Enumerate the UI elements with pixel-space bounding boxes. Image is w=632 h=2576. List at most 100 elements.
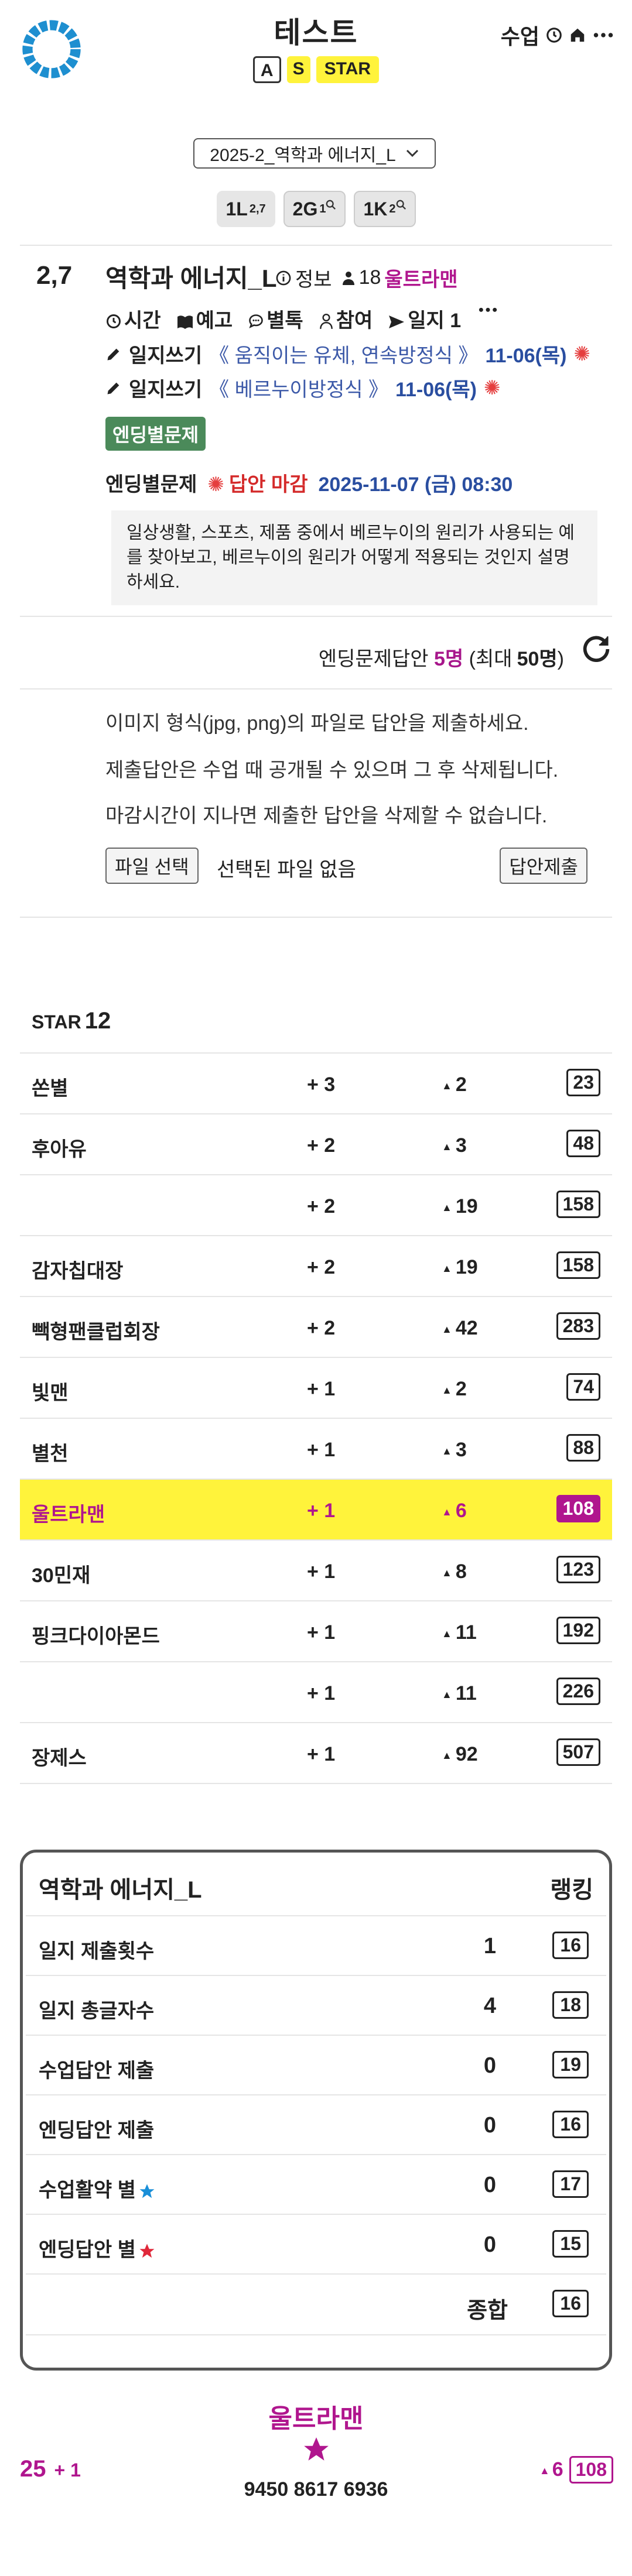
action-log[interactable]: 일지 1 xyxy=(388,304,461,333)
search-icon xyxy=(396,200,406,210)
stats-rank: 19 xyxy=(552,2051,589,2078)
pencil-icon xyxy=(107,348,119,360)
ranking-row[interactable]: 쏜별 + 3 2 23 xyxy=(20,1052,612,1113)
level-chip-1k[interactable]: 1K 2 xyxy=(354,191,416,227)
stats-rank-label: 랭킹 xyxy=(550,1877,593,1903)
log-entry[interactable]: 일지쓰기 《 베르누이방정식 》 11-06(목) ✺ xyxy=(105,373,501,402)
stats-value: 0 xyxy=(483,2113,496,2138)
course-select-value: 2025-2_역학과 에너지_L xyxy=(210,146,396,165)
info-label[interactable]: 정보 xyxy=(295,263,332,292)
stats-label: 수업활약 별 xyxy=(39,2179,136,2201)
footer-user-number: 9450 8617 6936 xyxy=(244,2478,388,2500)
ranking-plus: + 1 xyxy=(307,1682,336,1704)
badge-star[interactable]: STAR xyxy=(316,56,380,83)
badge-s[interactable]: S xyxy=(286,56,310,83)
ranking-plus: + 1 xyxy=(307,1500,336,1522)
stats-row: 엔딩답안 별 0 15 xyxy=(26,2214,606,2275)
level-chip-sup: 2 xyxy=(389,202,396,215)
submit-answer-button[interactable]: 답안제출 xyxy=(500,848,587,884)
info-icon[interactable] xyxy=(275,270,292,286)
ranking-up: 11 xyxy=(442,1682,477,1705)
clock-icon[interactable] xyxy=(545,26,563,44)
stats-row-total: 종합 16 xyxy=(26,2273,606,2335)
deadline-status: ✺ 답안 마감 xyxy=(207,468,308,497)
red-star-icon xyxy=(139,2244,155,2258)
file-select-button[interactable]: 파일 선택 xyxy=(105,848,199,884)
ending-problem-tag[interactable]: 엔딩별문제 xyxy=(105,417,206,451)
ranking-up: 3 xyxy=(442,1134,467,1157)
action-time[interactable]: 시간 xyxy=(105,304,161,333)
action-preview[interactable]: 예고 xyxy=(176,304,233,333)
star-ranking-list: 쏜별+ 3223 후아유+ 2348 + 219158 감자칩대장+ 21915… xyxy=(20,1052,612,1784)
stats-value: 0 xyxy=(483,2173,496,2197)
log-topic[interactable]: 《 베르누이방정식 》 xyxy=(209,373,388,402)
footer-user-name[interactable]: 울트라맨 xyxy=(0,2397,632,2435)
ranking-row[interactable]: + 1 11 226 xyxy=(20,1661,612,1722)
action-label: 별톡 xyxy=(267,310,303,332)
ranking-rank: 88 xyxy=(566,1434,600,1462)
level-chip-sup: 1 xyxy=(319,202,326,215)
ranking-name: 별천 xyxy=(32,1443,69,1465)
ranking-plus: + 1 xyxy=(307,1621,336,1644)
ranking-rank: 23 xyxy=(566,1069,600,1096)
answer-count-value: 5명 xyxy=(434,648,464,670)
answer-count: 엔딩문제답안 5명 (최대 50명) xyxy=(319,643,564,671)
log-entry[interactable]: 일지쓰기 《 움직이는 유체, 연속방정식 》 11-06(목) ✺ xyxy=(105,339,590,368)
course-select[interactable]: 2025-2_역학과 에너지_L xyxy=(193,138,436,169)
stats-rank: 15 xyxy=(552,2230,589,2258)
divider xyxy=(20,245,612,246)
action-startalk[interactable]: 별톡 xyxy=(248,304,303,333)
ranking-row[interactable]: 장제스 + 1 92 507 xyxy=(20,1722,612,1784)
ranking-name: 쏜별 xyxy=(32,1078,69,1100)
chat-icon xyxy=(249,314,263,328)
log-date: 11-06(목) xyxy=(395,379,477,401)
ranking-row[interactable]: 후아유 + 2 3 48 xyxy=(20,1113,612,1174)
stats-label-wrap: 엔딩답안 별 xyxy=(39,2234,156,2262)
ranking-name: 핑크다이아몬드 xyxy=(32,1625,160,1648)
ranking-plus: + 2 xyxy=(307,1317,336,1339)
more-icon[interactable] xyxy=(476,304,500,321)
stats-label: 수업답안 제출 xyxy=(39,2060,155,2082)
action-join[interactable]: 참여 xyxy=(319,304,373,333)
ranking-row[interactable]: + 2 19 158 xyxy=(20,1174,612,1235)
more-icon[interactable] xyxy=(592,26,614,44)
level-chip-1l[interactable]: 1L 2,7 xyxy=(216,191,275,227)
ranking-row-current-user[interactable]: 울트라맨 + 1 6 108 xyxy=(20,1479,612,1539)
ranking-rank: 192 xyxy=(556,1617,600,1644)
person-icon xyxy=(342,271,354,285)
refresh-icon[interactable] xyxy=(579,632,613,666)
log-topic[interactable]: 《 움직이는 유체, 연속방정식 》 xyxy=(209,339,478,368)
ranking-row[interactable]: 30민재 + 1 8 123 xyxy=(20,1539,612,1600)
ranking-rank: 123 xyxy=(556,1556,600,1583)
ranking-row[interactable]: 빽형팬클럽회장 + 2 42 283 xyxy=(20,1296,612,1357)
stats-value: 0 xyxy=(483,2053,496,2078)
badge-row: A S STAR xyxy=(0,56,632,83)
ranking-rank: 74 xyxy=(566,1373,600,1401)
home-icon[interactable] xyxy=(569,26,586,44)
clock-icon xyxy=(107,314,121,328)
course-actions: 시간 예고 별톡 참여 일지 1 xyxy=(105,304,500,333)
notice-line: 이미지 형식(jpg, png)의 파일로 답안을 제출하세요. xyxy=(105,712,529,735)
level-chip-sup: 2,7 xyxy=(249,202,266,215)
course-owner[interactable]: 울트라맨 xyxy=(384,263,457,292)
ranking-up: 42 xyxy=(442,1317,478,1340)
ranking-row[interactable]: 핑크다이아몬드 + 1 11 192 xyxy=(20,1600,612,1661)
footer-star-total: 25 + 1 xyxy=(20,2456,81,2482)
badge-a[interactable]: A xyxy=(252,56,281,83)
blue-star-icon xyxy=(139,2184,155,2198)
ranking-row[interactable]: 빛맨 + 1 2 74 xyxy=(20,1357,612,1418)
menu-class-label[interactable]: 수업 xyxy=(501,20,539,50)
ranking-plus: + 1 xyxy=(307,1439,336,1461)
stats-label: 엔딩답안 별 xyxy=(39,2239,136,2261)
ranking-plus: + 3 xyxy=(307,1073,336,1096)
stats-title: 역학과 에너지_L xyxy=(39,1877,202,1903)
ranking-row[interactable]: 감자칩대장 + 2 19 158 xyxy=(20,1235,612,1296)
action-label: 시간 xyxy=(124,310,161,332)
level-chip-2g[interactable]: 2G 1 xyxy=(283,191,346,227)
star-ranking-header: STAR 12 xyxy=(32,1008,111,1034)
ranking-up: 11 xyxy=(442,1621,477,1644)
ranking-row[interactable]: 별천 + 1 3 88 xyxy=(20,1418,612,1479)
ranking-plus: + 1 xyxy=(307,1743,336,1765)
level-chips: 1L 2,7 2G 1 1K 2 xyxy=(0,191,632,227)
course-name[interactable]: 역학과 에너지_L xyxy=(105,259,277,294)
